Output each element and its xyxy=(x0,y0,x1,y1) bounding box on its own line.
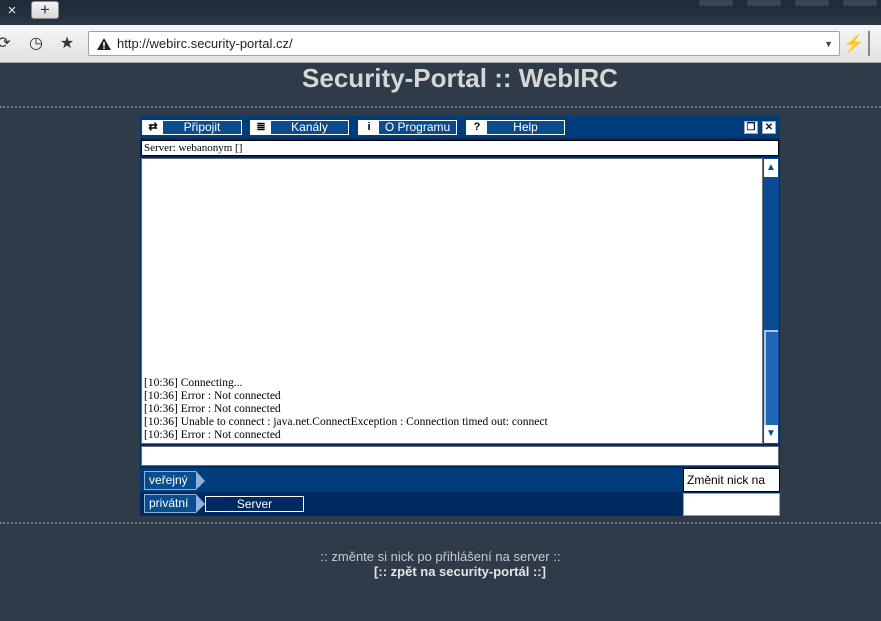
webirc-applet: ⇄ Připojit ≣ Kanály i O Programu ? Help … xyxy=(140,116,780,516)
public-tabs-label: veřejný xyxy=(144,471,205,490)
footer-note: :: změnte si nick po přihlášení na serve… xyxy=(320,549,561,564)
channel-list-icon: ≣ xyxy=(251,121,271,134)
help-button-label: Help xyxy=(513,120,538,134)
nick-input[interactable] xyxy=(683,493,780,516)
change-nick-label: Změnit nick na xyxy=(683,468,780,492)
about-button-label: O Programu xyxy=(384,120,451,134)
channels-button[interactable]: ≣ Kanály xyxy=(250,120,349,135)
dotted-divider-top xyxy=(0,106,881,108)
scroll-up-icon[interactable]: ▲ xyxy=(764,159,778,177)
back-to-portal-link[interactable]: [:: zpět na security-portál ::] xyxy=(0,564,881,579)
private-tabs-label: privátní xyxy=(144,494,206,513)
close-tab-icon[interactable]: × xyxy=(2,2,22,20)
chat-line: [10:36] Error : Not connected xyxy=(144,429,281,441)
toolbar-separator xyxy=(868,31,870,56)
help-button[interactable]: ? Help xyxy=(466,120,565,135)
chat-line: [10:36] Unable to connect : java.net.Con… xyxy=(144,416,548,428)
chat-line: [10:36] Connecting... xyxy=(144,377,243,389)
security-warning-icon xyxy=(97,38,111,50)
window-tabs-bar: veřejný privátní Server xyxy=(140,468,683,516)
server-tab[interactable]: Server xyxy=(205,496,304,512)
scroll-down-icon[interactable]: ▼ xyxy=(764,425,778,443)
restore-window-icon[interactable]: ❐ xyxy=(744,121,758,134)
scrollbar-thumb[interactable] xyxy=(764,330,778,426)
chat-lines: [10:36] Connecting... [10:36] Error : No… xyxy=(144,377,548,442)
url-dropdown-icon[interactable]: ▼ xyxy=(824,36,833,52)
address-bar[interactable]: http://webirc.security-portal.cz/ ▼ xyxy=(88,31,840,56)
message-input[interactable] xyxy=(141,446,779,466)
connect-button-label: Připojit xyxy=(183,120,221,134)
background-tabs xyxy=(699,0,877,10)
url-text[interactable]: http://webirc.security-portal.cz/ xyxy=(117,36,293,51)
public-tabs-row: veřejný xyxy=(140,468,683,492)
chat-scrollbar[interactable]: ▲ ▼ xyxy=(763,158,779,444)
reload-icon[interactable]: ⟳ xyxy=(0,34,14,54)
question-icon: ? xyxy=(467,121,487,134)
chat-log[interactable]: [10:36] Connecting... [10:36] Error : No… xyxy=(141,158,763,444)
new-tab-button[interactable]: + xyxy=(31,1,59,19)
chat-line: [10:36] Error : Not connected xyxy=(144,403,281,415)
server-status-line: Server: webanonym [] xyxy=(141,140,779,156)
applet-toolbar: ⇄ Připojit ≣ Kanály i O Programu ? Help … xyxy=(140,116,780,138)
dotted-divider-bottom xyxy=(0,522,881,524)
lightning-bolt-icon[interactable]: ⚡ xyxy=(843,31,864,56)
connect-button[interactable]: ⇄ Připojit xyxy=(142,120,242,135)
browser-nav-bar: ⟳ ◷ ★ http://webirc.security-portal.cz/ … xyxy=(0,25,881,63)
history-icon[interactable]: ◷ xyxy=(26,34,46,54)
browser-tab-strip: × + xyxy=(0,0,881,25)
bookmark-star-icon[interactable]: ★ xyxy=(57,34,77,54)
page-title: Security-Portal :: WebIRC xyxy=(302,63,618,93)
about-button[interactable]: i O Programu xyxy=(358,120,457,135)
connect-arrows-icon: ⇄ xyxy=(143,121,163,134)
chat-line: [10:36] Error : Not connected xyxy=(144,390,281,402)
close-window-icon[interactable]: ✕ xyxy=(762,121,776,134)
info-icon: i xyxy=(359,121,379,134)
channels-button-label: Kanály xyxy=(291,120,328,134)
